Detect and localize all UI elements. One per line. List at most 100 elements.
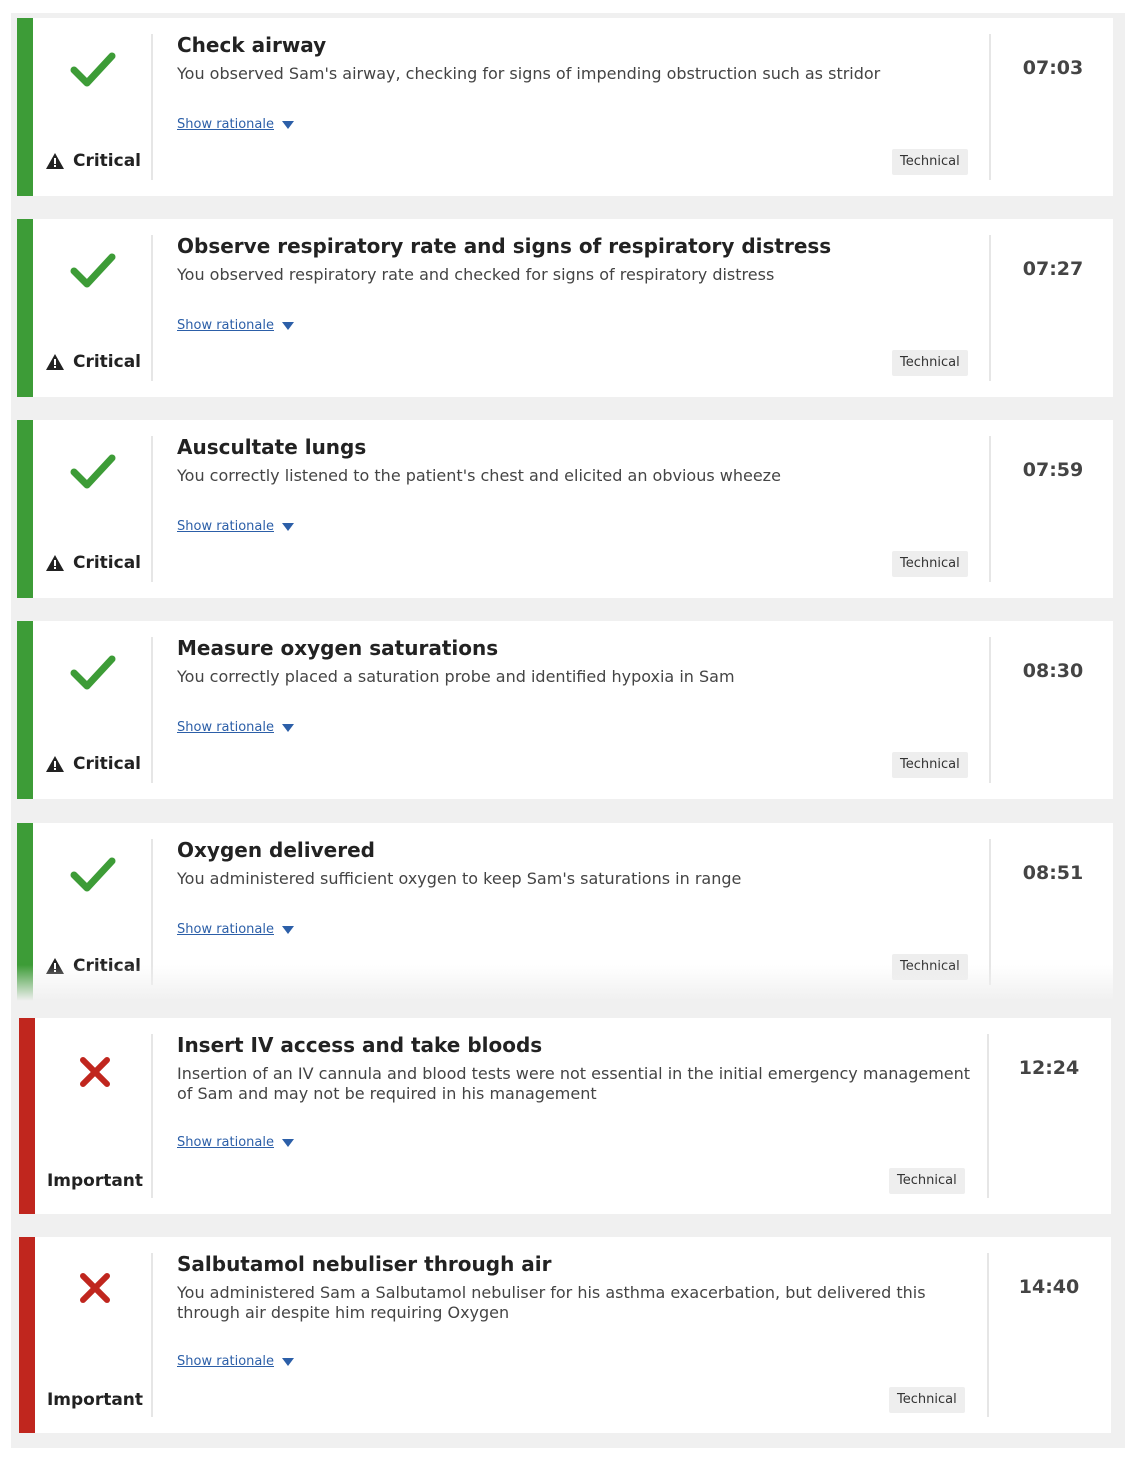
status-column: Critical <box>33 621 153 799</box>
chevron-down-icon[interactable] <box>282 120 294 129</box>
show-rationale-link[interactable]: Show rationale <box>177 922 294 937</box>
show-rationale-link[interactable]: Show rationale <box>177 318 294 333</box>
chevron-down-icon[interactable] <box>282 522 294 531</box>
divider <box>151 1034 153 1198</box>
timestamp: 07:59 <box>1022 459 1084 481</box>
warning-icon <box>45 153 64 169</box>
severity-label: Critical <box>33 754 153 774</box>
status-column: Critical <box>33 420 153 598</box>
timestamp: 12:24 <box>1018 1057 1080 1079</box>
cross-icon <box>35 1270 155 1306</box>
checkmark-icon <box>33 653 153 693</box>
status-column: Important <box>35 1237 155 1433</box>
result-card: Critical Check airway You observed Sam's… <box>17 18 1113 196</box>
show-rationale-link[interactable]: Show rationale <box>177 1135 294 1150</box>
severity-text: Critical <box>72 553 142 573</box>
chevron-down-icon[interactable] <box>282 1138 294 1147</box>
timestamp: 07:27 <box>1022 258 1084 280</box>
severity-label: Critical <box>33 151 153 171</box>
item-description: You correctly placed a saturation probe … <box>177 667 735 686</box>
category-tag: Technical <box>892 149 968 175</box>
show-rationale-text[interactable]: Show rationale <box>177 117 274 132</box>
status-bar <box>19 1018 35 1214</box>
status-bar <box>17 219 33 397</box>
result-card: Critical Measure oxygen saturations You … <box>17 621 1113 799</box>
warning-icon <box>45 756 64 772</box>
severity-text: Critical <box>72 754 142 774</box>
category-tag: Technical <box>892 954 968 980</box>
timestamp: 14:40 <box>1018 1276 1080 1298</box>
checkmark-icon <box>33 251 153 291</box>
divider <box>151 235 153 381</box>
show-rationale-text[interactable]: Show rationale <box>177 1354 274 1369</box>
item-description: You correctly listened to the patient's … <box>177 466 781 485</box>
divider <box>151 34 153 180</box>
result-card: Important Insert IV access and take bloo… <box>19 1018 1111 1214</box>
result-card: Critical Oxygen delivered You administer… <box>17 823 1113 1001</box>
show-rationale-text[interactable]: Show rationale <box>177 922 274 937</box>
severity-label: Critical <box>33 352 153 372</box>
divider <box>989 34 991 180</box>
divider <box>151 436 153 582</box>
category-tag: Technical <box>889 1387 965 1413</box>
cross-icon <box>35 1054 155 1090</box>
timestamp: 08:30 <box>1022 660 1084 682</box>
warning-icon <box>45 555 64 571</box>
divider <box>989 436 991 582</box>
divider <box>151 839 153 985</box>
divider <box>151 637 153 783</box>
chevron-down-icon[interactable] <box>282 723 294 732</box>
item-description: Insertion of an IV cannula and blood tes… <box>177 1064 971 1103</box>
status-bar <box>17 823 33 1001</box>
severity-text: Important <box>46 1171 144 1191</box>
severity-text: Critical <box>72 151 142 171</box>
show-rationale-text[interactable]: Show rationale <box>177 720 274 735</box>
checkmark-icon <box>33 452 153 492</box>
divider <box>989 637 991 783</box>
divider <box>989 235 991 381</box>
chevron-down-icon[interactable] <box>282 321 294 330</box>
status-bar <box>19 1237 35 1433</box>
item-title: Salbutamol nebuliser through air <box>177 1252 552 1276</box>
severity-label: Important <box>35 1171 155 1191</box>
show-rationale-text[interactable]: Show rationale <box>177 1135 274 1150</box>
show-rationale-link[interactable]: Show rationale <box>177 117 294 132</box>
item-description: You administered sufficient oxygen to ke… <box>177 869 742 888</box>
severity-text: Critical <box>72 956 142 976</box>
item-title: Measure oxygen saturations <box>177 636 499 660</box>
item-title: Observe respiratory rate and signs of re… <box>177 234 832 258</box>
chevron-down-icon[interactable] <box>282 925 294 934</box>
item-title: Auscultate lungs <box>177 435 367 459</box>
status-bar <box>17 621 33 799</box>
category-tag: Technical <box>892 752 968 778</box>
severity-label: Critical <box>33 553 153 573</box>
timestamp: 07:03 <box>1022 57 1084 79</box>
status-bar <box>17 420 33 598</box>
chevron-down-icon[interactable] <box>282 1357 294 1366</box>
divider <box>989 839 991 985</box>
show-rationale-link[interactable]: Show rationale <box>177 720 294 735</box>
result-card: Critical Auscultate lungs You correctly … <box>17 420 1113 598</box>
timestamp: 08:51 <box>1022 862 1084 884</box>
checkmark-icon <box>33 855 153 895</box>
category-tag: Technical <box>892 551 968 577</box>
item-title: Oxygen delivered <box>177 838 375 862</box>
item-title: Insert IV access and take bloods <box>177 1033 543 1057</box>
item-description: You administered Sam a Salbutamol nebuli… <box>177 1283 926 1322</box>
status-column: Critical <box>33 823 153 1001</box>
severity-label: Important <box>35 1390 155 1410</box>
result-card: Critical Observe respiratory rate and si… <box>17 219 1113 397</box>
status-bar <box>17 18 33 196</box>
category-tag: Technical <box>889 1168 965 1194</box>
show-rationale-text[interactable]: Show rationale <box>177 318 274 333</box>
show-rationale-link[interactable]: Show rationale <box>177 519 294 534</box>
category-tag: Technical <box>892 350 968 376</box>
status-column: Critical <box>33 18 153 196</box>
show-rationale-text[interactable]: Show rationale <box>177 519 274 534</box>
warning-icon <box>45 354 64 370</box>
item-title: Check airway <box>177 33 327 57</box>
show-rationale-link[interactable]: Show rationale <box>177 1354 294 1369</box>
severity-text: Critical <box>72 352 142 372</box>
result-card: Important Salbutamol nebuliser through a… <box>19 1237 1111 1433</box>
item-description: You observed Sam's airway, checking for … <box>177 64 881 83</box>
